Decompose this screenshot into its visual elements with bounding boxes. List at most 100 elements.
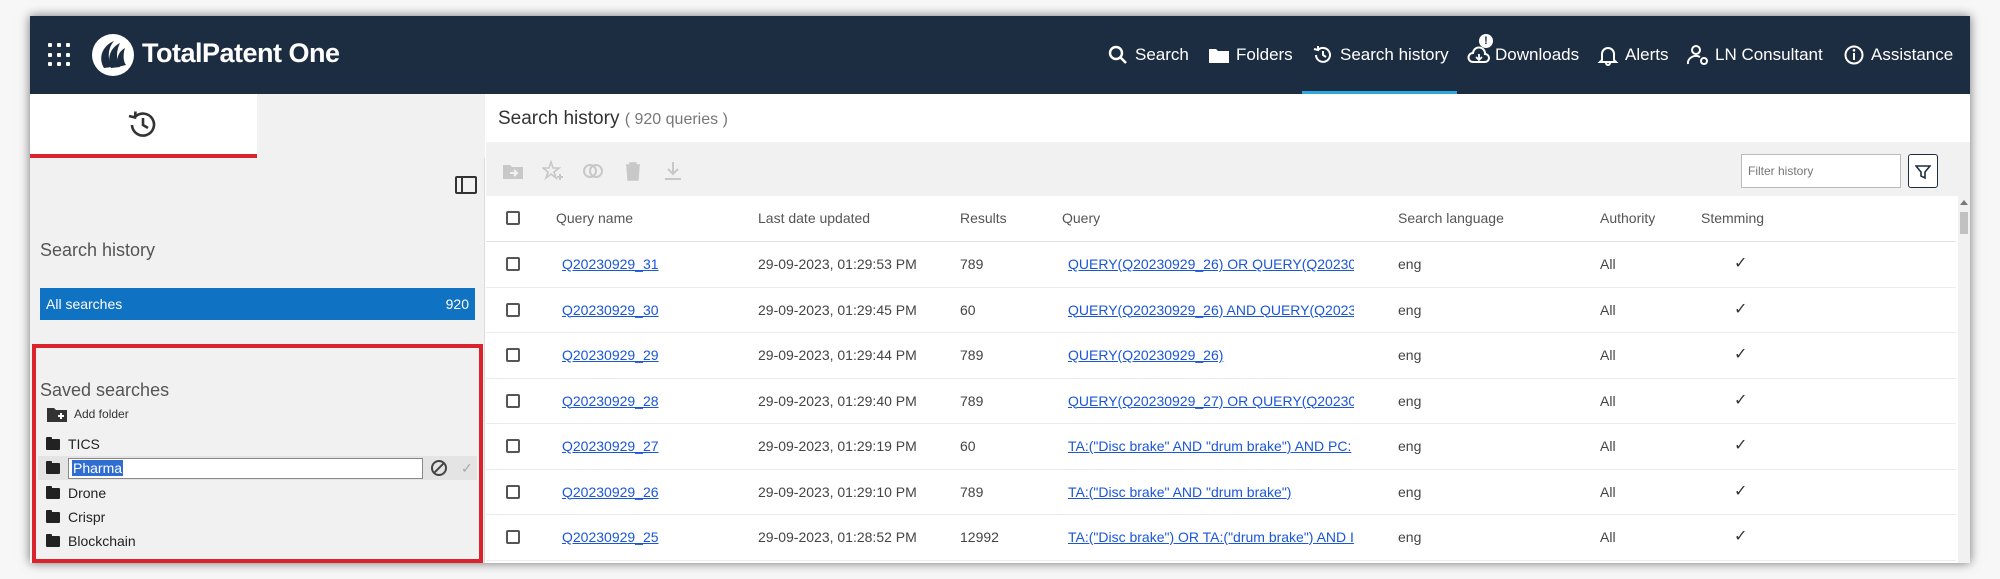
table-row[interactable]: Q20230929_30 29-09-2023, 01:29:45 PM 60 QUE…: [486, 288, 1956, 333]
query-name-link[interactable]: Q20230929_29: [562, 347, 659, 363]
combine-queries-icon[interactable]: [582, 160, 604, 182]
stemming-check-icon: ✓: [1734, 300, 1748, 318]
nav-assistance[interactable]: Assistance: [1843, 16, 1953, 94]
table-row[interactable]: Q20230929_29 29-09-2023, 01:29:44 PM 789 QU…: [486, 333, 1956, 379]
query-name-link[interactable]: Q20230929_30: [562, 302, 659, 318]
folder-icon: [46, 436, 60, 450]
query-name-link[interactable]: Q20230929_27: [562, 438, 659, 454]
saved-searches-heading: Saved searches: [40, 380, 170, 400]
last-date-updated: 29-09-2023, 01:29:45 PM: [758, 301, 917, 318]
query-link[interactable]: TA:("Disc brake" AND "drum brake") AND P…: [1068, 438, 1354, 454]
search-language: eng: [1398, 438, 1422, 454]
query-link[interactable]: QUERY(Q20230929_27) OR QUERY(Q20230: [1068, 393, 1354, 409]
last-date-updated: 29-09-2023, 01:29:19 PM: [758, 438, 917, 454]
folder-icon: [46, 533, 60, 547]
table-row[interactable]: Q20230929_25 29-09-2023, 01:28:52 PM 12992…: [486, 515, 1956, 561]
query-link[interactable]: QUERY(Q20230929_26) OR QUERY(Q20230: [1068, 256, 1354, 272]
user-gear-icon: [1687, 45, 1708, 65]
filter-button[interactable]: [1908, 154, 1938, 188]
add-folder-label: Add folder: [74, 407, 129, 421]
filter-history-input[interactable]: [1741, 154, 1901, 188]
col-results[interactable]: Results: [960, 210, 1007, 226]
app-window: TotalPatent One Search Folders Search hi…: [30, 16, 1970, 563]
results-count: 60: [960, 438, 976, 454]
row-checkbox[interactable]: [506, 257, 520, 271]
col-last-date-updated[interactable]: Last date updated: [758, 210, 870, 226]
move-to-folder-icon[interactable]: [502, 160, 524, 182]
col-authority[interactable]: Authority: [1600, 210, 1655, 226]
query-link[interactable]: QUERY(Q20230929_26) AND QUERY(Q2023: [1068, 302, 1354, 318]
delete-icon[interactable]: [622, 160, 644, 182]
table-scrollbar[interactable]: [1958, 196, 1970, 563]
query-name-link[interactable]: Q20230929_26: [562, 484, 659, 500]
cancel-rename-icon[interactable]: [431, 460, 447, 476]
nav-downloads[interactable]: ! Downloads: [1467, 16, 1579, 94]
select-all-checkbox[interactable]: [506, 211, 520, 225]
row-checkbox[interactable]: [506, 484, 520, 499]
folder-label: Drone: [68, 485, 107, 501]
results-count: 12992: [960, 529, 999, 545]
row-checkbox[interactable]: [506, 530, 520, 544]
stemming-check-icon: ✓: [1734, 255, 1748, 272]
row-checkbox[interactable]: [506, 439, 520, 453]
nav-search[interactable]: Search: [1107, 16, 1189, 94]
confirm-rename-icon[interactable]: ✓: [461, 460, 473, 477]
query-name-link[interactable]: Q20230929_28: [562, 393, 659, 409]
query-link[interactable]: QUERY(Q20230929_26): [1068, 347, 1354, 363]
results-count: 60: [960, 301, 976, 318]
nav-search-label: Search: [1135, 45, 1189, 64]
last-date-updated: 29-09-2023, 01:29:53 PM: [758, 256, 917, 272]
search-language: eng: [1398, 483, 1422, 500]
folder-plus-icon: [47, 408, 67, 422]
folder-item-blockchain[interactable]: Blockchain: [46, 533, 136, 549]
query-link[interactable]: TA:("Disc brake") OR TA:("drum brake") A…: [1068, 529, 1354, 545]
nav-folders[interactable]: Folders: [1208, 16, 1293, 94]
table-header: Query name Last date updated Results Que…: [486, 196, 1956, 242]
col-search-language[interactable]: Search language: [1398, 210, 1504, 226]
col-query-name[interactable]: Query name: [556, 210, 633, 226]
nav-ln-consultant[interactable]: LN Consultant: [1687, 16, 1823, 94]
col-query[interactable]: Query: [1062, 210, 1100, 226]
all-searches-label: All searches: [46, 296, 123, 312]
folder-item-pharma-editing: Pharma ✓: [38, 456, 477, 480]
row-checkbox[interactable]: [506, 393, 520, 408]
collapse-panel-icon[interactable]: [455, 176, 477, 194]
nav-search-history-label: Search history: [1340, 45, 1449, 64]
table-row[interactable]: Q20230929_28 29-09-2023, 01:29:40 PM 789 QU…: [486, 379, 1956, 424]
table-row[interactable]: Q20230929_31 29-09-2023, 01:29:53 PM 789 QU…: [486, 242, 1956, 288]
page-title: Search history ( 920 queries ): [498, 108, 728, 130]
row-checkbox[interactable]: [506, 348, 520, 362]
folder-item-drone[interactable]: Drone: [46, 485, 106, 501]
query-name-link[interactable]: Q20230929_31: [562, 256, 659, 272]
row-checkbox[interactable]: [506, 302, 520, 317]
search-history-heading: Search history: [40, 240, 156, 260]
nav-ln-consultant-label: LN Consultant: [1715, 45, 1823, 64]
tab-search-history[interactable]: [30, 94, 257, 158]
page-title-text: Search history: [498, 108, 620, 129]
add-folder-button[interactable]: Add folder: [46, 405, 129, 423]
query-name-link[interactable]: Q20230929_25: [562, 529, 659, 545]
last-date-updated: 29-09-2023, 01:29:40 PM: [758, 392, 917, 409]
stemming-check-icon: ✓: [1734, 391, 1748, 409]
folder-item-tics[interactable]: TICS: [46, 436, 100, 452]
folder-rename-input[interactable]: Pharma: [68, 457, 423, 479]
all-searches-item[interactable]: All searches 920: [40, 288, 475, 320]
download-icon[interactable]: [662, 160, 684, 182]
app-launcher-icon[interactable]: [48, 43, 72, 67]
query-link[interactable]: TA:("Disc brake" AND "drum brake"): [1068, 484, 1354, 500]
history-toolbar: [486, 142, 1970, 196]
star-add-icon[interactable]: [542, 160, 564, 182]
table-row[interactable]: Q20230929_26 29-09-2023, 01:29:10 PM 789 TA…: [486, 470, 1956, 515]
folder-icon: [46, 509, 60, 523]
folder-icon: [1209, 49, 1229, 63]
bell-icon: [1597, 47, 1619, 66]
nav-folders-label: Folders: [1236, 45, 1293, 64]
folder-label: TICS: [68, 436, 100, 452]
scrollbar-thumb[interactable]: [1960, 212, 1968, 234]
nav-alerts[interactable]: Alerts: [1597, 16, 1668, 94]
folder-item-crispr[interactable]: Crispr: [46, 509, 105, 525]
folder-label: Crispr: [68, 509, 106, 525]
nav-search-history[interactable]: Search history: [1312, 16, 1449, 94]
table-row[interactable]: Q20230929_27 29-09-2023, 01:29:19 PM 60 TA:…: [486, 424, 1956, 470]
col-stemming[interactable]: Stemming: [1701, 210, 1764, 226]
